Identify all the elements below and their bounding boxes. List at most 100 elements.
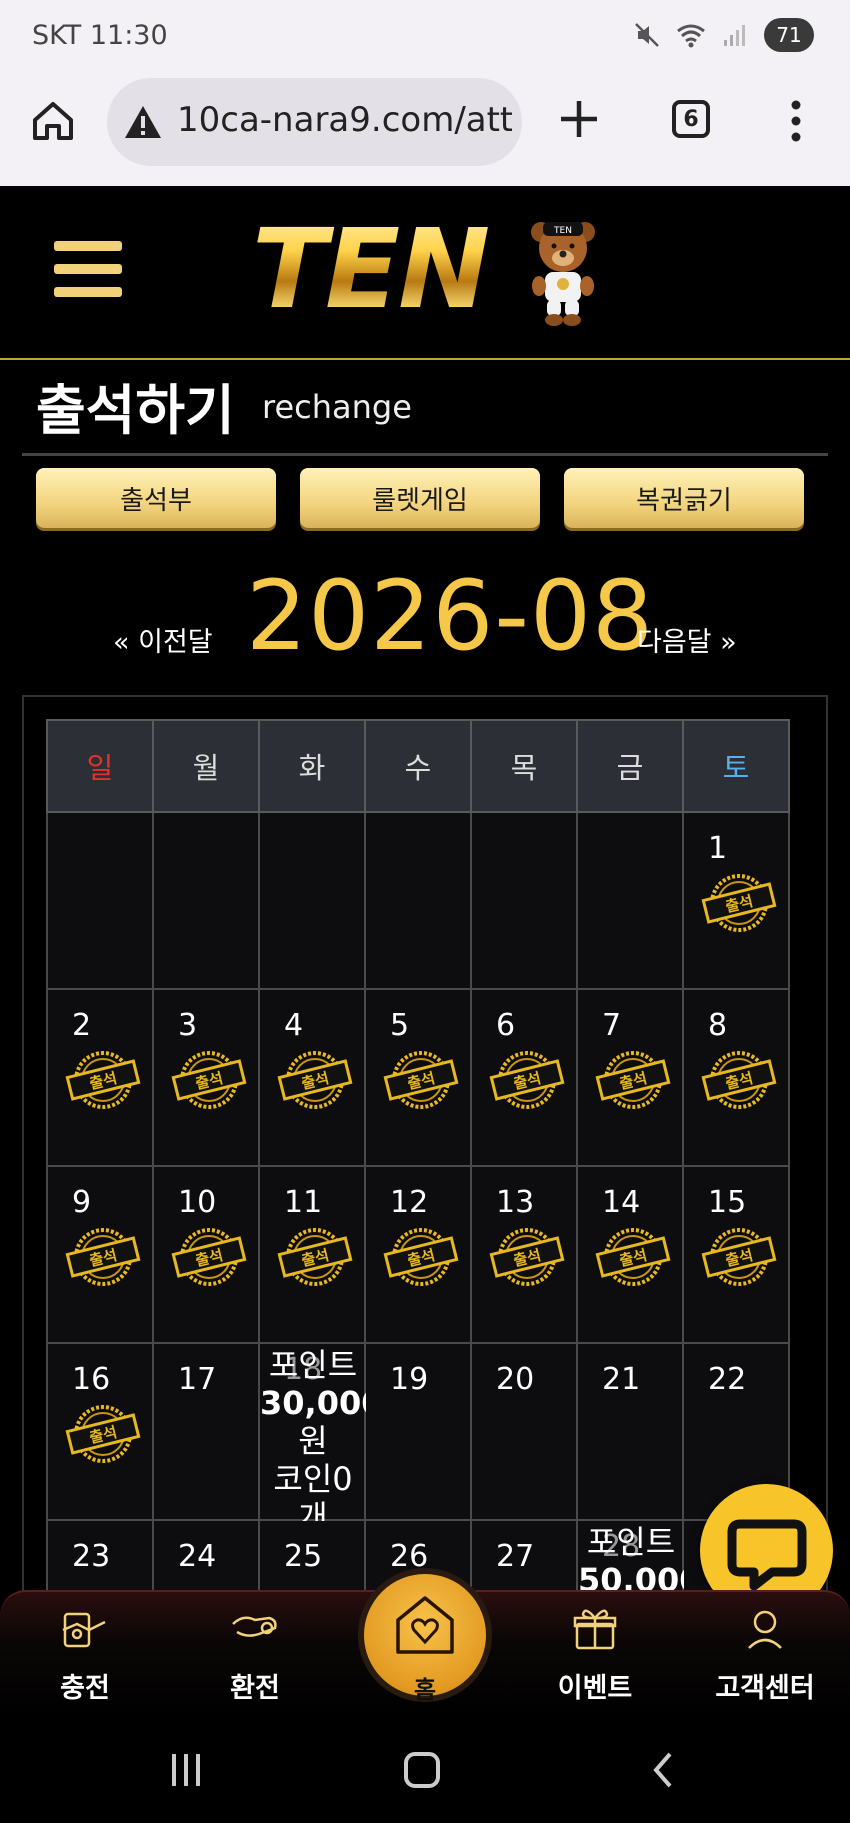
more-options-icon[interactable]	[788, 98, 804, 144]
day-number: 8	[708, 1008, 728, 1043]
weekday-thu: 목	[470, 719, 578, 813]
reward-info: 포인트 50,000	[578, 1523, 701, 1599]
nav-withdraw-label: 환전	[230, 1673, 280, 1704]
day-cell[interactable]: 11 출석	[258, 1165, 366, 1344]
reward-unit: 원	[298, 1422, 328, 1460]
day-cell[interactable]: 14 출석	[576, 1165, 684, 1344]
hamburger-menu-icon[interactable]	[54, 241, 122, 297]
empty-day-cell	[46, 811, 154, 990]
day-cell[interactable]: 17	[152, 1342, 260, 1521]
site-header: TEN TEN	[0, 186, 850, 360]
day-cell[interactable]: 20	[470, 1342, 578, 1521]
day-cell[interactable]: 7 출석	[576, 988, 684, 1167]
attendance-stamp-icon: 출석	[171, 1222, 247, 1292]
home-heart-icon	[396, 1596, 454, 1654]
svg-text:TEN: TEN	[553, 226, 572, 236]
weekday-sun: 일	[46, 719, 154, 813]
day-cell[interactable]: 9 출석	[46, 1165, 154, 1344]
recent-apps-icon[interactable]	[166, 1750, 206, 1790]
new-tab-icon[interactable]	[556, 96, 602, 142]
weekday-mon: 월	[152, 719, 260, 813]
back-icon[interactable]	[644, 1750, 684, 1790]
day-cell[interactable]: 19	[364, 1342, 472, 1521]
day-number: 25	[284, 1539, 323, 1574]
nav-home-label: 홈	[413, 1676, 437, 1704]
warning-icon[interactable]	[123, 102, 163, 142]
day-number: 17	[178, 1362, 217, 1397]
day-number: 4	[284, 1008, 304, 1043]
roulette-game-button[interactable]: 룰렛게임	[300, 468, 540, 528]
address-bar[interactable]: 10ca-nara9.com/atte	[107, 78, 522, 166]
day-number: 2	[72, 1008, 92, 1043]
week-row-4: 16 출석 17 18 포인트 30,000 원 코인0 개 19 20 21 2…	[46, 1342, 790, 1536]
nav-deposit[interactable]: 충전	[25, 1604, 145, 1714]
url-text[interactable]: 10ca-nara9.com/atte	[177, 100, 512, 140]
day-cell[interactable]: 2 출석	[46, 988, 154, 1167]
day-cell[interactable]: 5 출석	[364, 988, 472, 1167]
next-month-link[interactable]: 다음달 »	[637, 620, 737, 659]
attendance-stamp-icon: 출석	[65, 1222, 141, 1292]
calendar-grid: 일 월 화 수 목 금 토 1 출석 2 출석 3 출석 4 출석 5 출석 6 출석 7출…	[46, 719, 790, 1698]
day-cell[interactable]: 16 출석	[46, 1342, 154, 1521]
withdraw-icon	[232, 1616, 277, 1637]
weekday-tue: 화	[258, 719, 366, 813]
day-cell[interactable]: 3 출석	[152, 988, 260, 1167]
day-cell[interactable]: 10 출석	[152, 1165, 260, 1344]
day-cell[interactable]: 4 출석	[258, 988, 366, 1167]
day-number: 15	[708, 1185, 747, 1220]
day-cell[interactable]: 18 포인트 30,000 원 코인0 개	[258, 1342, 383, 1536]
logo-text: TEN	[252, 205, 490, 333]
attendance-stamp-icon: 출석	[171, 1045, 247, 1115]
weekday-header-row: 일 월 화 수 목 금 토	[46, 719, 790, 813]
day-cell[interactable]: 8 출석	[682, 988, 790, 1167]
page-title: 출석하기	[36, 379, 235, 442]
day-number: 27	[496, 1539, 535, 1574]
week-row-1: 1 출석	[46, 811, 790, 990]
weekday-fri: 금	[576, 719, 684, 813]
attendance-stamp-icon: 출석	[65, 1399, 141, 1469]
nav-event[interactable]: 이벤트	[535, 1604, 655, 1714]
reward-info: 포인트 30,000 원 코인0 개	[260, 1346, 384, 1536]
empty-day-cell	[152, 811, 260, 990]
empty-day-cell	[258, 811, 366, 990]
site-logo[interactable]: TEN TEN	[252, 208, 597, 330]
prev-month-link[interactable]: « 이전달	[113, 620, 213, 659]
carrier-label: SKT	[32, 20, 82, 51]
deposit-icon	[62, 1612, 106, 1648]
day-number: 12	[390, 1185, 429, 1220]
day-number: 24	[178, 1539, 217, 1574]
reward-amount: 30,000	[260, 1384, 384, 1422]
scratch-lottery-button[interactable]: 복권긁기	[564, 468, 804, 528]
day-cell[interactable]: 1 출석	[682, 811, 790, 990]
reward-type: 포인트	[586, 1523, 676, 1561]
day-cell[interactable]: 15 출석	[682, 1165, 790, 1344]
day-number: 19	[390, 1362, 429, 1397]
status-bar: SKT 11:30 71	[0, 0, 850, 72]
attendance-book-button[interactable]: 출석부	[36, 468, 276, 528]
browser-home-icon[interactable]	[30, 98, 76, 144]
day-number: 21	[602, 1362, 641, 1397]
nav-support[interactable]: 고객센터	[705, 1604, 825, 1714]
reward-type: 포인트	[268, 1346, 358, 1384]
page-title-section: 출석하기 rechange	[22, 364, 828, 456]
day-cell[interactable]: 6 출석	[470, 988, 578, 1167]
attendance-stamp-icon: 출석	[277, 1045, 353, 1115]
weekday-wed: 수	[364, 719, 472, 813]
status-carrier-time: SKT 11:30	[32, 20, 168, 51]
tab-switcher-button[interactable]: 6	[672, 100, 710, 138]
nav-withdraw[interactable]: 환전	[195, 1604, 315, 1714]
home-system-icon[interactable]	[402, 1750, 442, 1790]
day-cell[interactable]: 21	[576, 1342, 684, 1521]
day-number: 13	[496, 1185, 535, 1220]
day-cell[interactable]: 12 출석	[364, 1165, 472, 1344]
week-row-3: 9 출석 10 출석 11 출석 12 출석 13 출석 14 출석 15 출석	[46, 1165, 790, 1344]
day-number: 16	[72, 1362, 111, 1397]
attendance-stamp-icon: 출석	[277, 1222, 353, 1292]
system-navigation-bar	[0, 1720, 850, 1823]
empty-day-cell	[364, 811, 472, 990]
battery-indicator: 71	[764, 18, 814, 52]
day-cell[interactable]: 13 출석	[470, 1165, 578, 1344]
day-number: 20	[496, 1362, 535, 1397]
status-icons: 71	[632, 18, 814, 52]
nav-home-button[interactable]: 홈	[358, 1568, 492, 1704]
